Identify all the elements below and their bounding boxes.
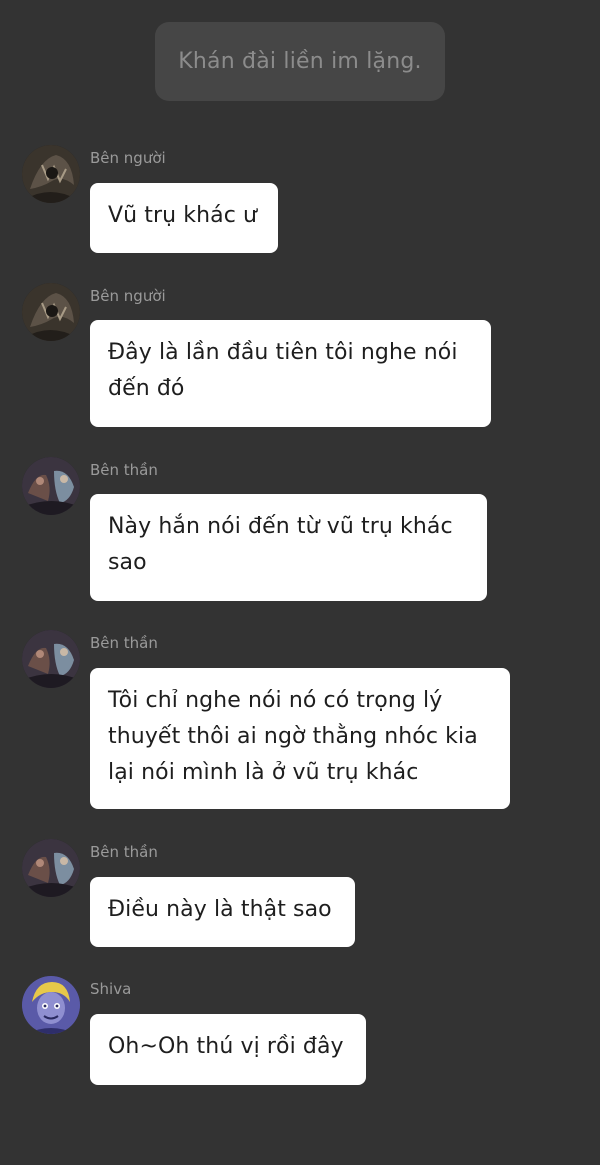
shiva-avatar-icon[interactable] bbox=[22, 976, 80, 1034]
sender-name: Shiva bbox=[90, 980, 132, 998]
message-text: Đây là lần đầu tiên tôi nghe nói đến đó bbox=[108, 340, 458, 401]
sender-name: Bên thần bbox=[90, 634, 158, 652]
message-bubble: Đây là lần đầu tiên tôi nghe nói đến đó bbox=[90, 320, 491, 427]
sender-name: Bên thần bbox=[90, 843, 158, 861]
message-bubble: Oh~Oh thú vị rồi đây bbox=[90, 1014, 366, 1085]
message-bubble: Này hắn nói đến từ vũ trụ khác sao bbox=[90, 494, 487, 601]
god-group-avatar-icon[interactable] bbox=[22, 630, 80, 688]
dark-warrior-avatar-icon[interactable] bbox=[22, 145, 80, 203]
narration-text: Khán đài liền im lặng. bbox=[178, 49, 422, 74]
message-text: Oh~Oh thú vị rồi đây bbox=[108, 1034, 344, 1059]
message-text: Tôi chỉ nghe nói nó có trọng lý thuyết t… bbox=[108, 688, 478, 785]
message-bubble: Điều này là thật sao bbox=[90, 877, 355, 947]
message-bubble: Vũ trụ khác ư bbox=[90, 183, 278, 253]
message-text: Điều này là thật sao bbox=[108, 897, 332, 922]
message-text: Này hắn nói đến từ vũ trụ khác sao bbox=[108, 514, 453, 575]
narration-box: Khán đài liền im lặng. bbox=[155, 22, 445, 101]
god-group-avatar-icon[interactable] bbox=[22, 839, 80, 897]
sender-name: Bên người bbox=[90, 287, 166, 305]
sender-name: Bên thần bbox=[90, 461, 158, 479]
dark-warrior-avatar-icon[interactable] bbox=[22, 283, 80, 341]
message-bubble: Tôi chỉ nghe nói nó có trọng lý thuyết t… bbox=[90, 668, 510, 809]
sender-name: Bên người bbox=[90, 149, 166, 167]
god-group-avatar-icon[interactable] bbox=[22, 457, 80, 515]
message-text: Vũ trụ khác ư bbox=[108, 203, 258, 228]
